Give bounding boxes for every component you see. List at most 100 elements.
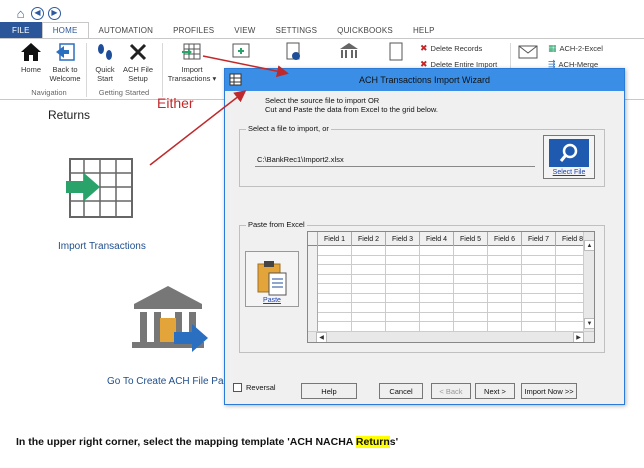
grid-cell[interactable] [488,312,522,322]
cancel-button[interactable]: Cancel [379,383,423,399]
grid-cell[interactable] [454,284,488,294]
grid-cell[interactable] [522,303,556,313]
grid-cell[interactable] [454,265,488,275]
grid-row-header[interactable] [308,312,318,322]
unreconciled-button[interactable] [270,41,316,65]
grid-row-header[interactable] [308,265,318,275]
grid-cell[interactable] [386,303,420,313]
grid-cell[interactable] [318,265,352,275]
home-icon[interactable]: ⌂ [14,7,27,20]
goto-create-ach-link[interactable]: Go To Create ACH File Pag [107,376,229,387]
grid-cell[interactable] [522,265,556,275]
grid-cell[interactable] [352,284,386,294]
grid-cell[interactable] [420,265,454,275]
grid-cell[interactable] [352,293,386,303]
grid-cell[interactable] [386,246,420,256]
grid-column-header[interactable]: Field 2 [352,232,386,246]
grid-cell[interactable] [454,255,488,265]
grid-cell[interactable] [522,284,556,294]
paste-button[interactable]: Paste [245,251,299,307]
grid-cell[interactable] [454,274,488,284]
grid-cell[interactable] [352,255,386,265]
scroll-right-icon[interactable]: ▶ [573,332,584,342]
grid-cell[interactable] [318,312,352,322]
grid-cell[interactable] [318,293,352,303]
tab-file[interactable]: FILE [0,22,42,38]
grid-row-header[interactable] [308,293,318,303]
import-transactions-link[interactable]: Import Transactions [58,241,146,252]
select-file-button[interactable]: Select File [543,135,595,179]
grid-cell[interactable] [488,284,522,294]
email-button[interactable] [516,41,540,65]
grid-cell[interactable] [352,312,386,322]
file-path-input[interactable] [255,153,535,167]
grid-cell[interactable] [454,312,488,322]
grid-vertical-scrollbar[interactable]: ▲ ▼ [583,232,594,332]
grid-cell[interactable] [318,246,352,256]
tab-automation[interactable]: AUTOMATION [89,22,164,38]
tab-view[interactable]: VIEW [224,22,265,38]
delete-records-button[interactable]: ✖ Delete Records [420,43,482,54]
grid-cell[interactable] [386,312,420,322]
tab-home[interactable]: HOME [41,22,89,38]
bank-building-icon[interactable] [130,284,210,360]
grid-column-header[interactable]: Field 4 [420,232,454,246]
grid-cell[interactable] [522,255,556,265]
back-to-welcome-button[interactable]: Back to Welcome [48,41,82,83]
grid-cell[interactable] [454,303,488,313]
grid-cell[interactable] [420,274,454,284]
grid-column-header[interactable]: Field 3 [386,232,420,246]
grid-row-header[interactable] [308,246,318,256]
grid-cell[interactable] [522,246,556,256]
grid-cell[interactable] [386,274,420,284]
grid-cell[interactable] [318,274,352,284]
grid-row-header[interactable] [308,274,318,284]
grid-cell[interactable] [488,303,522,313]
grid-row-header[interactable] [308,284,318,294]
grid-cell[interactable] [386,293,420,303]
forward-icon[interactable]: ▶ [48,6,61,20]
tab-settings[interactable]: SETTINGS [266,22,328,38]
grid-cell[interactable] [386,284,420,294]
grid-cell[interactable] [420,303,454,313]
import-now-button[interactable]: Import Now >> [521,383,577,399]
grid-cell[interactable] [522,312,556,322]
grid-cell[interactable] [318,284,352,294]
grid-cell[interactable] [488,265,522,275]
grid-cell[interactable] [420,246,454,256]
grid-cell[interactable] [522,274,556,284]
home-button[interactable]: Home [14,41,48,74]
tab-help[interactable]: HELP [403,22,445,38]
add-entry-button[interactable] [226,41,256,65]
grid-cell[interactable] [386,255,420,265]
ach-file-setup-button[interactable]: ACH File Setup [120,41,156,83]
grid-cell[interactable] [420,293,454,303]
tab-quickbooks[interactable]: QUICKBOOKS [327,22,403,38]
grid-cell[interactable] [318,303,352,313]
grid-cell[interactable] [488,274,522,284]
grid-cell[interactable] [420,284,454,294]
reversal-checkbox-row[interactable]: Reversal [233,383,276,392]
grid-cell[interactable] [386,265,420,275]
quick-start-button[interactable]: Quick Start [90,41,120,83]
grid-cell[interactable] [454,246,488,256]
help-button[interactable]: Help [301,383,357,399]
scroll-up-icon[interactable]: ▲ [584,240,594,251]
tab-profiles[interactable]: PROFILES [163,22,224,38]
grid-cell[interactable] [488,255,522,265]
grid-cell[interactable] [318,255,352,265]
import-transactions-icon[interactable] [66,155,136,225]
import-transactions-ribbon-button[interactable]: Import Transactions ▾ [166,41,218,83]
grid-column-header[interactable]: Field 5 [454,232,488,246]
scroll-down-icon[interactable]: ▼ [584,318,594,329]
grid-horizontal-scrollbar[interactable]: ◀ ▶ [308,331,594,342]
grid-cell[interactable] [488,293,522,303]
grid-cell[interactable] [488,246,522,256]
grid-cell[interactable] [420,312,454,322]
grid-cell[interactable] [352,303,386,313]
grid-column-header[interactable]: Field 7 [522,232,556,246]
grid-cell[interactable] [454,293,488,303]
grid-row-header[interactable] [308,255,318,265]
scroll-left-icon[interactable]: ◀ [316,332,327,342]
goto-create-button[interactable] [326,41,372,65]
